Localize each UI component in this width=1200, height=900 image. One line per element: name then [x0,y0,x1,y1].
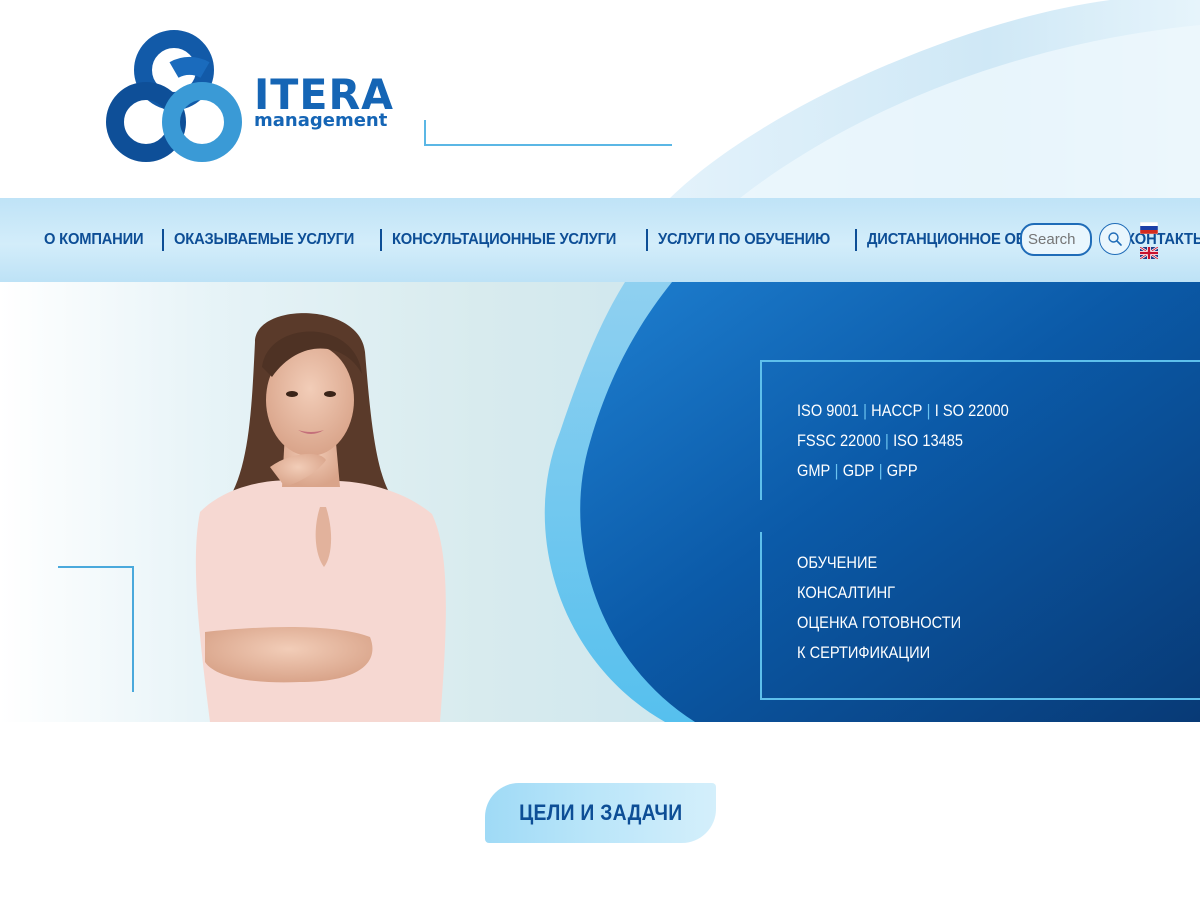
service-consulting: КОНСАЛТИНГ [797,583,896,602]
service-certification: К СЕРТИФИКАЦИИ [797,643,931,662]
logo[interactable]: ITERA management [104,30,404,165]
standards-line: GMP | GDP | GPP [797,461,918,480]
standard-iso-22000: I SO 22000 [934,401,1009,420]
header-decorative-line [424,120,672,146]
logo-subtitle: management [254,110,388,131]
search-button[interactable] [1099,223,1131,255]
search-icon [1108,232,1122,246]
standards-list: ISO 9001 | HACCP | I SO 22000 FSSC 22000 | ISO… [797,396,1043,486]
standards-line: ISO 9001 | HACCP | I SO 22000 [797,401,1009,420]
header: ITERA management [0,0,1200,198]
service-readiness-assessment: ОЦЕНКА ГОТОВНОСТИ [797,613,962,632]
goals-label: ЦЕЛИ И ЗАДАЧИ [518,800,683,825]
nav-item-contacts[interactable]: КОНТАКТЫ [1126,231,1200,249]
woman-photo [195,313,446,722]
logo-rings-icon [106,30,242,162]
standard-gdp: GDP [842,461,875,480]
nav-item-services[interactable]: ОКАЗЫВАЕМЫЕ УСЛУГИ [174,231,354,249]
standard-iso-13485: ISO 13485 [893,431,964,450]
flag-uk-icon[interactable] [1140,247,1158,259]
hero-banner: ISO 9001 | HACCP | I SO 22000 FSSC 22000 | ISO… [0,282,1200,722]
standard-fssc-22000: FSSC 22000 [797,431,881,450]
nav-item-consulting[interactable]: КОНСУЛЬТАЦИОННЫЕ УСЛУГИ [392,231,616,249]
standard-gmp: GMP [797,461,831,480]
nav-separator [645,229,648,251]
services-list: ОБУЧЕНИЕ КОНСАЛТИНГ ОЦЕНКА ГОТОВНОСТИ К … [797,548,988,668]
nav-separator [162,229,165,251]
standard-gpp: GPP [886,461,918,480]
nav-item-about[interactable]: О КОМПАНИИ [44,231,144,249]
hero-corner-decoration [58,566,134,692]
nav-separator [379,229,382,251]
flag-ru-icon[interactable] [1140,222,1158,234]
page: ITERA management О КОМПАНИИ ОКАЗЫВАЕМЫЕ … [0,0,1200,900]
nav-separator [854,229,857,251]
standard-haccp: HACCP [871,401,923,420]
goals-button[interactable]: ЦЕЛИ И ЗАДАЧИ [485,783,716,843]
standards-line: FSSC 22000 | ISO 13485 [797,431,964,450]
service-training: ОБУЧЕНИЕ [797,553,878,572]
search-input[interactable] [1020,223,1092,256]
nav-item-training[interactable]: УСЛУГИ ПО ОБУЧЕНИЮ [658,231,830,249]
standard-iso-9001: ISO 9001 [797,401,859,420]
